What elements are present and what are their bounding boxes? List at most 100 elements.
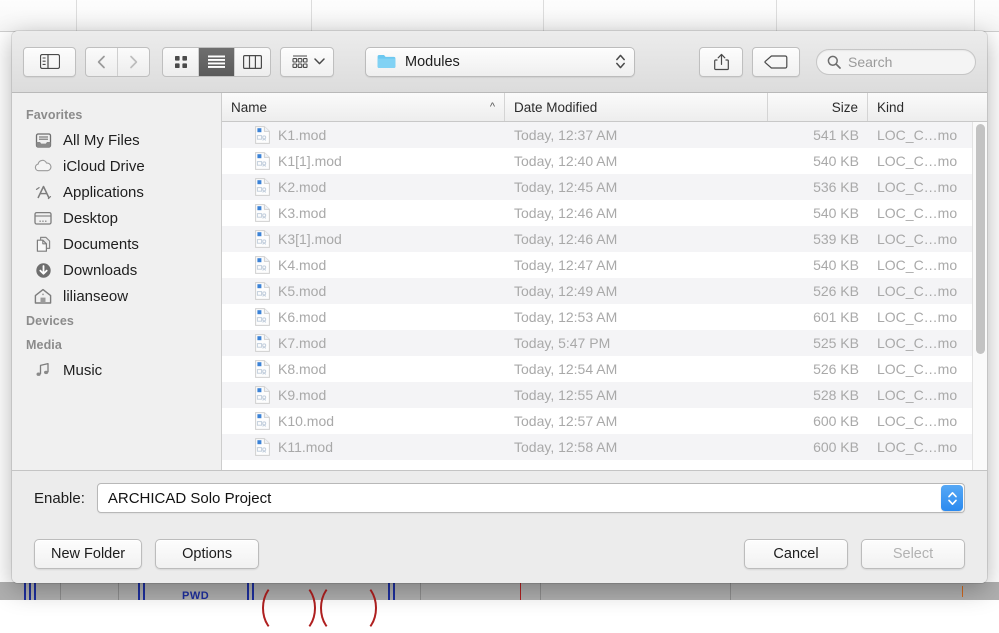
sidebar-item-home[interactable]: lilianseow [12,283,221,309]
cell-kind: LOC_C…mo [868,153,986,169]
sidebar-item-desktop[interactable]: Desktop [12,205,221,231]
path-popup-label: Modules [405,54,606,70]
cell-kind: LOC_C…mo [868,205,986,221]
background-divider [974,0,975,31]
table-row[interactable]: K8.modToday, 12:54 AM526 KBLOC_C…mo [222,356,987,382]
cell-kind: LOC_C…mo [868,361,986,377]
table-row[interactable]: K11.modToday, 12:58 AM600 KBLOC_C…mo [222,434,987,460]
file-name-label: K8.mod [278,361,326,377]
cell-size: 600 KB [768,439,868,455]
cancel-button[interactable]: Cancel [744,539,848,569]
file-name-label: K1.mod [278,127,326,143]
sidebar-section-favorites: Favorites [12,103,221,127]
sidebar-item-label: Downloads [63,262,137,279]
table-row[interactable]: K10.modToday, 12:57 AM600 KBLOC_C…mo [222,408,987,434]
table-row[interactable]: K3[1].modToday, 12:46 AM539 KBLOC_C…mo [222,226,987,252]
cell-date-modified: Today, 12:46 AM [505,205,768,221]
cell-date-modified: Today, 12:54 AM [505,361,768,377]
table-row[interactable]: K4.modToday, 12:47 AM540 KBLOC_C…mo [222,252,987,278]
file-list-scrollbar[interactable] [972,122,987,470]
enable-filter-row: Enable: ARCHICAD Solo Project [12,471,987,525]
tag-button[interactable] [752,47,800,77]
file-document-icon [255,178,270,196]
file-document-icon [255,360,270,378]
scrollbar-thumb[interactable] [976,124,985,354]
cell-kind: LOC_C…mo [868,179,986,195]
column-view-button[interactable] [234,48,270,76]
cell-date-modified: Today, 12:46 AM [505,231,768,247]
file-document-icon [255,204,270,222]
list-view-button[interactable] [198,48,234,76]
open-file-dialog: Modules Search [12,31,987,583]
cell-size: 526 KB [768,283,868,299]
view-mode-buttons [162,47,271,77]
share-button[interactable] [699,47,743,77]
column-header-name[interactable]: Name ^ [222,93,505,121]
cell-name: K3[1].mod [222,230,505,248]
share-icon [714,53,729,71]
table-row[interactable]: K1[1].modToday, 12:40 AM540 KBLOC_C…mo [222,148,987,174]
select-button: Select [861,539,965,569]
column-header-kind[interactable]: Kind [868,93,986,121]
sidebar-toggle-button[interactable] [23,47,76,77]
downloads-icon [34,261,52,279]
arrange-icon [290,54,310,70]
arrange-button[interactable] [280,47,334,77]
cell-size: 601 KB [768,309,868,325]
new-folder-button[interactable]: New Folder [34,539,142,569]
sidebar-item-downloads[interactable]: Downloads [12,257,221,283]
column-header-date-modified[interactable]: Date Modified [505,93,768,121]
file-document-icon [255,256,270,274]
music-icon [34,361,52,379]
file-name-label: K3.mod [278,205,326,221]
file-document-icon [255,412,270,430]
table-row[interactable]: K6.modToday, 12:53 AM601 KBLOC_C…mo [222,304,987,330]
cell-size: 540 KB [768,257,868,273]
file-rows[interactable]: K1.modToday, 12:37 AM541 KBLOC_C…moK1[1]… [222,122,987,470]
cell-date-modified: Today, 12:47 AM [505,257,768,273]
chevron-up-down-icon [615,53,626,70]
sidebar-item-label: Applications [63,184,144,201]
file-document-icon [255,308,270,326]
search-input[interactable]: Search [816,49,976,75]
cell-size: 540 KB [768,205,868,221]
sidebar-item-label: Documents [63,236,139,253]
cell-date-modified: Today, 12:53 AM [505,309,768,325]
tag-icon [764,55,788,69]
cell-kind: LOC_C…mo [868,283,986,299]
table-row[interactable]: K2.modToday, 12:45 AM536 KBLOC_C…mo [222,174,987,200]
enable-dropdown[interactable]: ARCHICAD Solo Project [97,483,965,513]
sidebar-item-documents[interactable]: Documents [12,231,221,257]
columns-icon [243,55,262,69]
table-row[interactable]: K9.modToday, 12:55 AM528 KBLOC_C…mo [222,382,987,408]
sidebar-item-label: iCloud Drive [63,158,145,175]
table-row[interactable]: K7.modToday, 5:47 PM525 KBLOC_C…mo [222,330,987,356]
sidebar-item-applications[interactable]: Applications [12,179,221,205]
desktop-icon [34,209,52,227]
sidebar-item-label: All My Files [63,132,140,149]
column-header-label: Kind [877,100,904,115]
home-icon [34,287,52,305]
sidebar-item-all-my-files[interactable]: All My Files [12,127,221,153]
cell-kind: LOC_C…mo [868,387,986,403]
options-button[interactable]: Options [155,539,259,569]
sidebar-section-devices: Devices [12,309,221,333]
cell-name: K8.mod [222,360,505,378]
cell-name: K3.mod [222,204,505,222]
cell-size: 525 KB [768,335,868,351]
back-button[interactable] [86,48,117,76]
sidebar-item-music[interactable]: Music [12,357,221,383]
table-row[interactable]: K5.modToday, 12:49 AM526 KBLOC_C…mo [222,278,987,304]
cell-name: K7.mod [222,334,505,352]
table-row[interactable]: K1.modToday, 12:37 AM541 KBLOC_C…mo [222,122,987,148]
column-header-size[interactable]: Size [768,93,868,121]
icon-view-button[interactable] [163,48,198,76]
path-popup-button[interactable]: Modules [365,47,635,77]
cell-date-modified: Today, 12:55 AM [505,387,768,403]
table-row[interactable]: K3.mod Today, 12:46 AM540 KBLOC_C…mo [222,200,987,226]
file-document-icon [255,334,270,352]
forward-button[interactable] [117,48,149,76]
background-divider [311,0,312,31]
stepper-icon[interactable] [941,485,963,511]
sidebar-item-icloud-drive[interactable]: iCloud Drive [12,153,221,179]
